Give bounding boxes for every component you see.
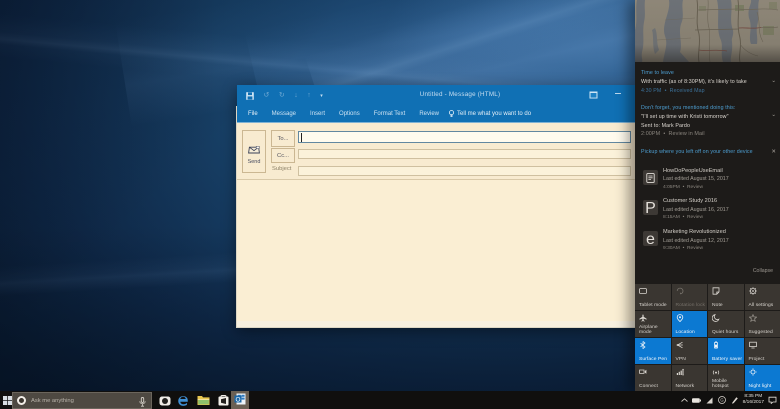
- svg-text:O: O: [236, 396, 241, 403]
- svg-text:G: G: [720, 398, 723, 403]
